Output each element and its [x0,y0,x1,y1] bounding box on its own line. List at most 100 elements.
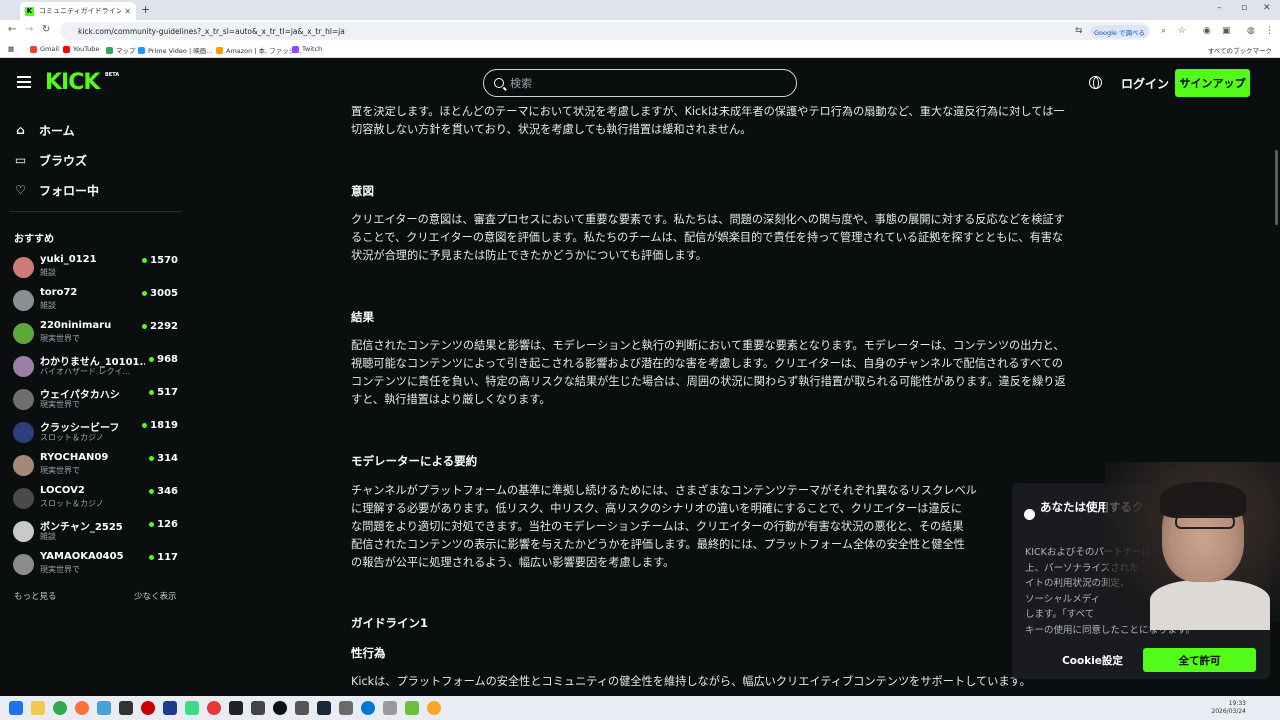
viewer-count: 1570 [142,255,178,266]
channel-item[interactable]: ボンチャン_2525 雑談 126 [13,518,181,548]
prime-video-icon [138,46,145,54]
window-close-icon[interactable]: ✕ [1263,3,1271,13]
app-icon-7[interactable] [163,701,177,715]
avatar [13,290,34,311]
minimize-icon[interactable]: – [1217,3,1222,13]
sidebar-item-following[interactable]: ♡ フォロー中 [14,182,99,199]
live-dot-icon [142,291,148,296]
app-icon-5[interactable] [119,701,133,715]
app-icon-16[interactable] [361,701,375,715]
new-tab-icon[interactable]: + [141,3,150,16]
extension-icon[interactable]: ◉ [1203,26,1211,36]
channel-category: 現実世界で [40,466,80,475]
steam-icon[interactable] [317,701,331,715]
bookmark-prime-video[interactable]: Prime Video | 映画... [138,45,212,55]
bookmark-gmail[interactable]: Gmail [30,45,59,53]
forward-icon[interactable]: → [25,24,33,35]
tab-title: コミュニティガイドライン - キックストリ... [39,7,122,15]
section-paragraph-summary: チャンネルがプラットフォームの基準に準拠し続けるためには、さまざまなコンテンツテ… [351,484,977,569]
channel-item[interactable]: わかりません_10101... バイオハザード レクイ... 968 [13,353,181,383]
channel-name: 220ninimaru [40,320,112,331]
app-icon-19[interactable] [427,701,441,715]
chrome-icon[interactable] [53,701,67,715]
search-input[interactable]: 検索 [483,69,797,97]
app-icon-11[interactable] [251,701,265,715]
channel-item[interactable]: クラッシービーフ スロット＆カジノ 1819 [13,419,181,449]
channel-item[interactable]: YAMAOKA0405 現実世界で 117 [13,551,181,581]
show-less-link[interactable]: 少なく表示 [134,590,177,602]
channel-name: YAMAOKA0405 [40,551,124,562]
app-icon-15[interactable] [339,701,353,715]
translate-icon[interactable]: ⇆ [1075,26,1083,36]
language-globe-icon[interactable] [1089,76,1102,89]
app-icon-18[interactable] [405,701,419,715]
profile-icon[interactable]: ◍ [1247,26,1255,36]
browse-icon: ▭ [14,153,27,167]
signup-button[interactable]: サインアップ [1175,69,1250,97]
browser-tab[interactable]: K コミュニティガイドライン - キックストリ... ✕ [20,2,136,20]
google-lens-button[interactable]: Google で調べる [1090,25,1149,38]
channel-item[interactable]: toro72 雑談 3005 [13,287,181,317]
app-icon-8[interactable] [185,701,199,715]
app-icon-4[interactable] [97,701,111,715]
youtube-icon [63,45,70,53]
live-dot-icon [142,423,148,428]
channel-category: 雑談 [40,268,56,277]
channel-category: バイオハザード レクイ... [40,367,131,376]
app-icon-13[interactable] [295,701,309,715]
sidebar-item-browse[interactable]: ▭ ブラウズ [14,152,87,169]
gmail-icon [30,45,37,53]
channel-item[interactable]: ウェイパタカハシ 現実世界で 517 [13,386,181,416]
firefox-icon[interactable] [75,701,89,715]
channel-category: 現実世界で [40,400,80,409]
all-bookmarks[interactable]: すべてのブックマーク [1208,45,1272,55]
maximize-icon[interactable]: ▫ [1241,3,1247,13]
obs-icon[interactable] [141,701,155,715]
reload-icon[interactable]: ↻ [42,24,50,35]
site-header: KICK BETA 検索 ログイン サインアップ [0,60,1280,106]
taskbar-clock[interactable]: 19:33 2026/03/24 [1211,700,1246,716]
cookie-icon [1024,509,1035,520]
puzzle-icon[interactable]: ▣ [1222,26,1231,36]
zoom-icon[interactable]: ⌕ [1161,26,1166,36]
viewer-count: 2292 [142,321,178,332]
channel-category: 雑談 [40,532,56,541]
sidebar-item-home[interactable]: ⌂ ホーム [14,122,74,139]
section-paragraph-result: 配信されたコンテンツの結果と影響は、モデレーションと執行の判断において重要な要素… [351,339,1066,406]
bookmark-youtube[interactable]: YouTube [63,45,99,53]
hamburger-menu-icon[interactable] [17,76,31,88]
channel-item[interactable]: RYOCHAN09 現実世界で 314 [13,452,181,482]
bookmark-maps[interactable]: マップ [106,45,136,55]
apps-icon[interactable]: ▦ [8,45,14,53]
terminal-icon[interactable] [229,701,243,715]
accept-all-cookies-button[interactable]: 全て許可 [1143,648,1256,672]
show-more-link[interactable]: もっと見る [14,590,57,602]
star-icon[interactable]: ☆ [1178,26,1186,36]
file-explorer-icon[interactable] [31,701,45,715]
live-dot-icon [142,258,148,263]
channel-item[interactable]: yuki_0121 雑談 1570 [13,254,181,284]
app-icon-17[interactable] [383,701,397,715]
channel-category: スロット＆カジノ [40,433,104,442]
menu-icon[interactable]: ⋮ [1265,26,1274,36]
kick-logo[interactable]: KICK [45,70,100,95]
close-tab-icon[interactable]: ✕ [124,7,131,16]
scrollbar-thumb[interactable] [1275,150,1278,225]
beta-badge: BETA [105,72,120,78]
channel-item[interactable]: 220ninimaru 現実世界で 2292 [13,320,181,350]
login-button[interactable]: ログイン [1121,75,1169,92]
cookie-settings-button[interactable]: Cookie設定 [1040,648,1145,672]
bookmark-amazon[interactable]: Amazon | 本, ファッシ... [216,45,301,55]
bookmark-twitch[interactable]: Twitch [292,45,322,53]
channel-item[interactable]: LOCOV2 スロット＆カジノ 346 [13,485,181,515]
live-dot-icon [149,390,155,395]
windows-start-icon[interactable] [9,701,23,715]
guideline-heading: ガイドライン1 [351,616,429,630]
url-field[interactable]: kick.com/community-guidelines?_x_tr_sl=a… [60,22,1150,40]
app-icon-9[interactable] [207,701,221,715]
amazon-icon [216,46,223,54]
back-icon[interactable]: ← [8,24,16,35]
app-icon-12[interactable] [273,701,287,715]
section-heading-summary: モデレーターによる要約 [351,454,478,468]
viewer-count: 517 [149,387,178,398]
